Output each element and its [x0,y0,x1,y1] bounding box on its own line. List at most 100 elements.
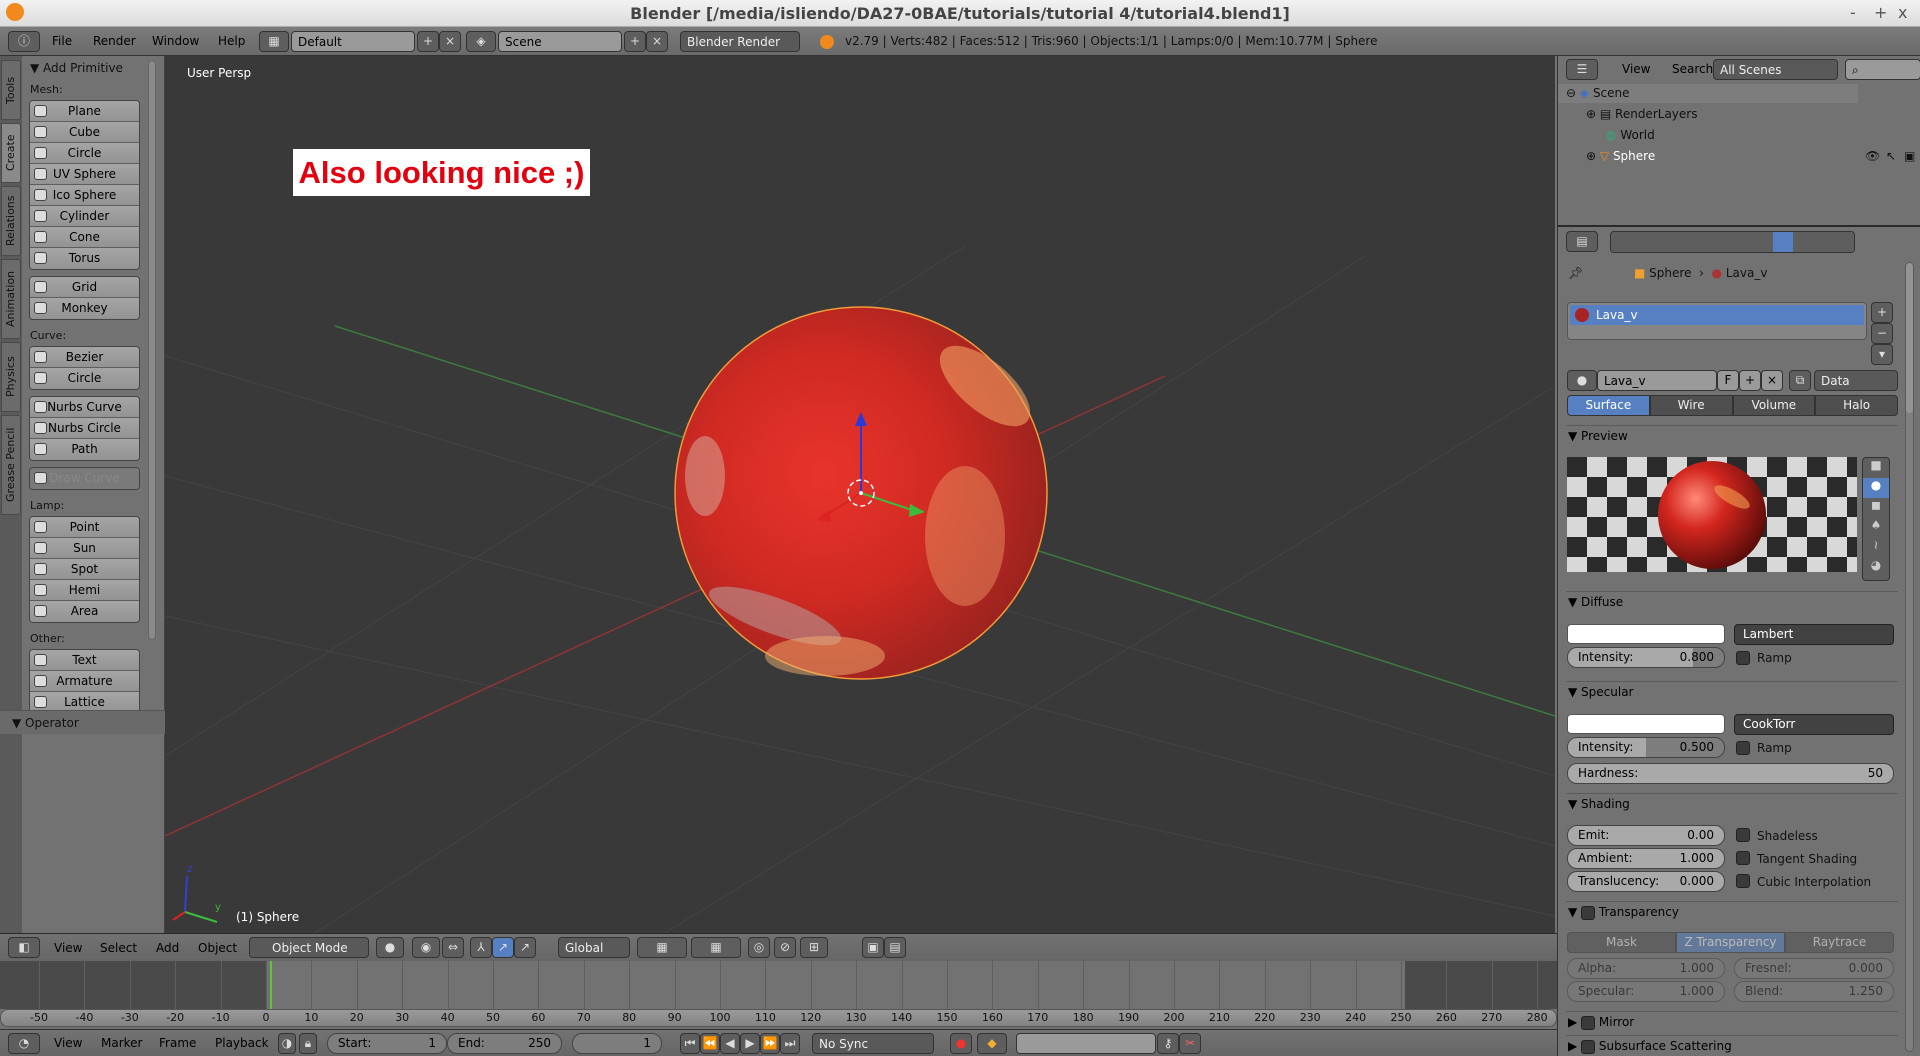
tool-tab-tools[interactable]: Tools [1,60,21,120]
jump-start-icon[interactable]: ⏮ [680,1033,700,1054]
tool-tab-relations[interactable]: Relations [1,186,21,256]
screen-layout-field[interactable]: Default [291,31,415,52]
add-cone-button[interactable]: Cone [30,227,139,248]
layers-right-icon[interactable]: ▦ [691,937,741,958]
emit-field[interactable]: Emit: 0.00 [1567,825,1725,846]
add-scene-button[interactable]: + [624,31,646,52]
diffuse-shader-select[interactable]: Lambert [1734,624,1894,645]
outliner-search-input[interactable]: ⌕ [1845,59,1920,80]
add-plane-button[interactable]: Plane [30,101,139,122]
keying-set-field[interactable] [1016,1033,1156,1054]
editor-type-info-icon[interactable]: ⓘ [8,31,40,52]
shading-panel-header[interactable]: ▼ Shading [1568,797,1630,811]
remove-slot-button[interactable]: − [1871,323,1893,344]
proportional-edit-icon[interactable]: ◎ [748,937,770,958]
3d-viewport[interactable]: z y User Persp Also looking nice ;) (1) … [165,56,1555,933]
add-armature-button[interactable]: Armature [30,671,139,692]
particles-tab-icon[interactable] [1813,232,1834,252]
add-cube-button[interactable]: Cube [30,122,139,143]
play-icon[interactable]: ▶ [740,1033,760,1054]
tool-tab-physics[interactable]: Physics [1,342,21,412]
specular-shader-select[interactable]: CookTorr [1734,714,1894,735]
tool-tab-animation[interactable]: Animation [1,259,21,339]
scale-manipulator-icon[interactable]: ↗ [514,937,536,958]
add-layout-button[interactable]: + [417,31,439,52]
record-icon[interactable]: ● [950,1033,972,1054]
delete-keyframe-icon[interactable]: ✂ [1179,1033,1201,1054]
keying-icon[interactable]: ◆ [977,1033,1007,1054]
tab-halo[interactable]: Halo [1815,395,1898,416]
menu-marker[interactable]: Marker [101,1036,142,1050]
menu-view[interactable]: View [54,1036,82,1050]
render-engine-select[interactable]: Blender Render [680,31,800,52]
translucency-slider[interactable]: Translucency: 0.000 [1567,871,1725,892]
physics-tab-icon[interactable] [1833,232,1854,252]
unlink-material-button[interactable]: × [1761,370,1783,391]
world-tab-icon[interactable] [1671,232,1692,252]
display-mode-select[interactable]: All Scenes [1713,59,1838,80]
translate-manipulator-icon[interactable]: ⅄ [470,937,492,958]
add-cylinder-button[interactable]: Cylinder [30,206,139,227]
data-tab-icon[interactable] [1752,232,1773,252]
add-draw-curve-button[interactable]: Draw Curve [30,468,139,489]
jump-end-icon[interactable]: ⏭ [780,1033,800,1054]
minimize-button[interactable]: - [1850,3,1856,22]
cubic-interpolation-checkbox[interactable] [1736,874,1750,888]
play-reverse-icon[interactable]: ◀ [720,1033,740,1054]
hardness-field[interactable]: Hardness: 50 [1567,763,1894,784]
tool-shelf-scrollbar[interactable] [148,60,156,640]
menu-search[interactable]: Search [1672,62,1713,76]
object-tab-icon[interactable] [1692,232,1713,252]
blend-field[interactable]: Blend: 1.250 [1734,981,1894,1002]
snap-element-icon[interactable]: ⊞ [800,937,828,958]
transparency-specular-slider[interactable]: Specular: 1.000 [1567,981,1725,1002]
timeline[interactable]: -50 -40 -30 -20 -10 0 10 20 30 40 50 60 70 80 90 100 110… [0,961,1557,1029]
add-bezier-button[interactable]: Bezier [30,347,139,368]
material-name-input[interactable]: Lava_v [1597,370,1717,391]
ambient-slider[interactable]: Ambient: 1.000 [1567,848,1725,869]
preview-range-icon[interactable]: ◑ [278,1033,296,1054]
pivot-point-icon[interactable]: ◉ [412,937,440,958]
material-tab-icon[interactable] [1773,232,1794,252]
end-frame-field[interactable]: End: 250 [447,1033,562,1054]
alpha-slider[interactable]: Alpha: 1.000 [1567,958,1725,979]
scene-tab-icon[interactable] [1651,232,1672,252]
sss-checkbox[interactable] [1581,1039,1596,1054]
add-torus-button[interactable]: Torus [30,248,139,269]
preview-panel-header[interactable]: ▼ Preview [1568,429,1628,443]
preview-cube-icon[interactable]: ◼ [1863,498,1889,518]
tangent-shading-checkbox[interactable] [1736,851,1750,865]
scene-field[interactable]: Scene [498,31,622,52]
editor-type-3dview-icon[interactable]: ◧ [8,937,40,958]
operator-panel-header[interactable]: ▼ Operator [0,710,165,734]
pin-icon[interactable]: 📌︎ [1568,266,1583,280]
menu-view[interactable]: View [54,941,82,955]
mirror-panel-header[interactable]: ▶ Mirror [1568,1015,1634,1030]
fake-user-button[interactable]: F [1717,370,1739,391]
add-spot-button[interactable]: Spot [30,559,139,580]
add-nurbs-curve-button[interactable]: Nurbs Curve [30,397,139,418]
add-circle-button[interactable]: Circle [30,143,139,164]
add-point-button[interactable]: Point [30,517,139,538]
tool-tab-grease-pencil[interactable]: Grease Pencil [1,415,21,515]
menu-playback[interactable]: Playback [215,1036,269,1050]
mode-mask[interactable]: Mask [1567,932,1676,953]
add-monkey-button[interactable]: Monkey [30,298,139,319]
menu-file[interactable]: File [52,34,72,48]
diffuse-ramp-checkbox[interactable] [1736,651,1750,665]
insert-keyframe-icon[interactable]: ⚷ [1157,1033,1179,1054]
add-primitive-panel-header[interactable]: ▼ Add Primitive [22,56,164,80]
add-sun-button[interactable]: Sun [30,538,139,559]
add-nurbs-circle-button[interactable]: Nurbs Circle [30,418,139,439]
tab-wire[interactable]: Wire [1649,395,1733,416]
menu-frame[interactable]: Frame [159,1036,196,1050]
render-animation-icon[interactable]: ▤ [884,937,906,958]
snap-toggle-icon[interactable]: ⊘ [774,937,796,958]
lock-range-icon[interactable]: 🔒︎ [299,1033,317,1054]
add-ico-sphere-button[interactable]: Ico Sphere [30,185,139,206]
specular-panel-header[interactable]: ▼ Specular [1568,685,1634,699]
transparency-panel-header[interactable]: ▼ Transparency [1568,905,1679,920]
menu-help[interactable]: Help [218,34,245,48]
specular-color-swatch[interactable] [1567,714,1725,734]
renderability-camera-icon[interactable]: ▣ [1904,149,1915,163]
